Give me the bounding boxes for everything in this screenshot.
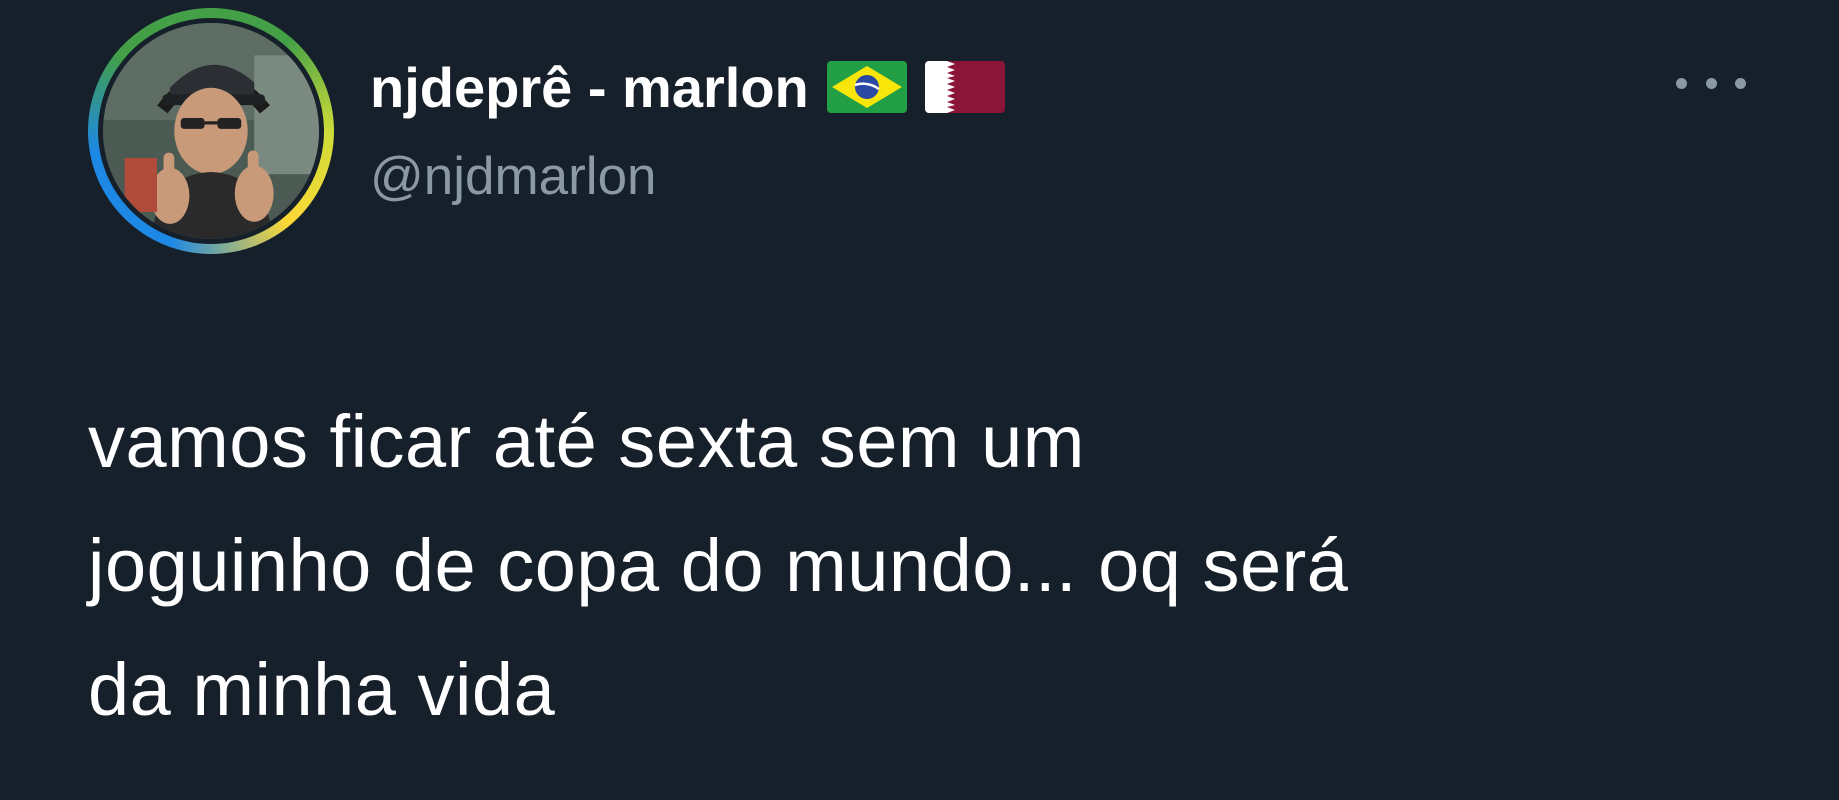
more-options-button[interactable] (1676, 68, 1746, 98)
avatar-image (103, 23, 319, 239)
tweet-text: vamos ficar até sexta sem um joguinho de… (88, 380, 1788, 752)
tweet-text-line: vamos ficar até sexta sem um (88, 400, 1085, 483)
brazil-flag-icon (826, 61, 907, 113)
display-name[interactable]: njdeprê - marlon (370, 55, 809, 120)
author-name-row[interactable]: njdeprê - marlon (370, 52, 1005, 122)
tweet-text-line: joguinho de copa do mundo... oq será (88, 524, 1349, 607)
tweet-card: njdeprê - marlon @njdmarlon vamos ficar … (0, 0, 1839, 800)
avatar[interactable] (103, 23, 319, 239)
qatar-flag-icon (924, 61, 1005, 113)
avatar-ring[interactable] (88, 8, 334, 254)
tweet-text-line: da minha vida (88, 648, 556, 731)
more-horizontal-icon (1676, 77, 1687, 89)
author-handle[interactable]: @njdmarlon (370, 146, 657, 207)
